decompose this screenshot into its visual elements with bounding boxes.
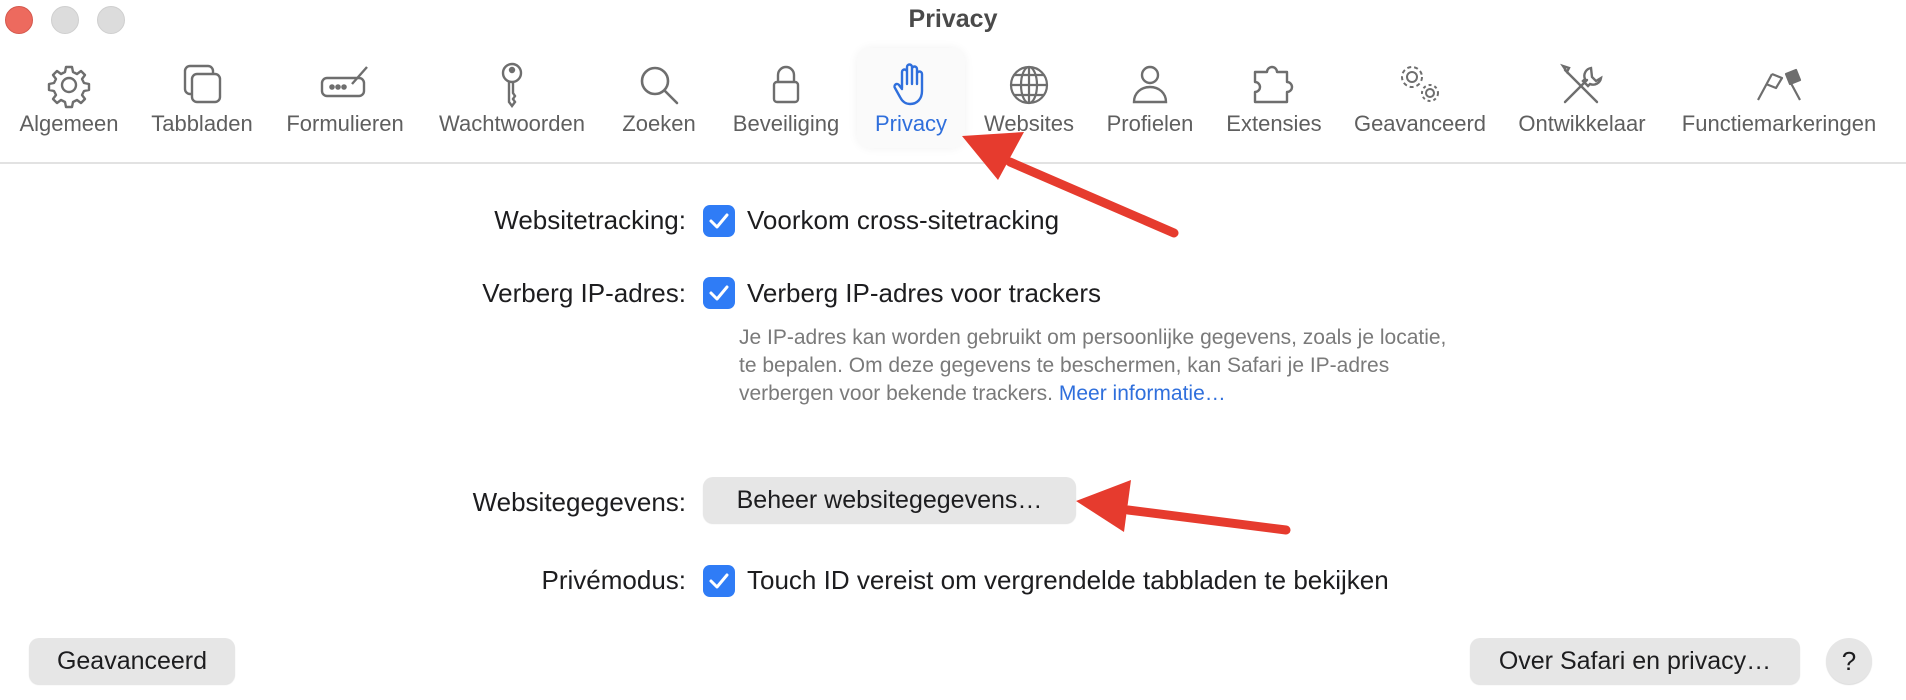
tab-algemeen[interactable]: Algemeen — [14, 48, 124, 148]
preferences-toolbar: Algemeen Tabbladen Formulieren Wachtwoor… — [0, 48, 1906, 160]
tab-label: Formulieren — [286, 111, 404, 136]
tab-label: Algemeen — [19, 111, 119, 136]
tab-label: Ontwikkelaar — [1518, 111, 1646, 136]
tab-tabbladen[interactable]: Tabbladen — [146, 48, 258, 148]
tab-label: Functiemarkeringen — [1681, 111, 1877, 136]
tabs-icon — [177, 60, 227, 110]
private-mode-checkbox-label[interactable]: Touch ID vereist om vergrendelde tabblad… — [747, 565, 1389, 596]
hide-ip-label: Verberg IP-adres: — [482, 278, 686, 308]
manage-website-data-button[interactable]: Beheer websitegegevens… — [703, 477, 1076, 523]
tracking-checkbox[interactable] — [703, 205, 735, 237]
key-icon — [487, 60, 537, 110]
arrow-to-manage-data-button — [1076, 480, 1291, 535]
autofill-icon — [320, 60, 370, 110]
tab-formulieren[interactable]: Formulieren — [280, 48, 410, 148]
private-mode-label: Privémodus: — [541, 565, 687, 595]
hide-ip-checkbox-label[interactable]: Verberg IP-adres voor trackers — [747, 278, 1101, 309]
checkmark-icon — [709, 573, 729, 589]
tab-label: Beveiliging — [732, 111, 840, 136]
tab-websites[interactable]: Websites — [979, 48, 1079, 148]
more-info-link[interactable]: Meer informatie… — [1059, 382, 1226, 405]
tools-icon — [1557, 60, 1607, 110]
tracking-label: Websitetracking: — [494, 205, 686, 235]
tab-geavanceerd[interactable]: Geavanceerd — [1350, 48, 1490, 148]
tab-zoeken[interactable]: Zoeken — [614, 48, 704, 148]
tab-functiemarkeringen[interactable]: Functiemarkeringen — [1674, 48, 1884, 148]
tab-label: Tabbladen — [151, 111, 253, 136]
help-button[interactable]: ? — [1826, 638, 1872, 684]
tab-label: Wachtwoorden — [439, 111, 585, 136]
checkmark-icon — [709, 213, 729, 229]
flags-icon — [1754, 60, 1804, 110]
tab-label: Zoeken — [622, 111, 696, 136]
about-safari-privacy-button[interactable]: Over Safari en privacy… — [1470, 638, 1800, 684]
hide-ip-description: Je IP-adres kan worden gebruikt om perso… — [739, 324, 1459, 408]
tab-label: Privacy — [874, 111, 948, 136]
tab-label: Websites — [983, 111, 1075, 136]
window-title: Privacy — [908, 5, 998, 33]
hide-ip-checkbox[interactable] — [703, 277, 735, 309]
tab-privacy[interactable]: Privacy — [857, 48, 965, 148]
hand-icon — [886, 60, 936, 110]
globe-icon — [1004, 60, 1054, 110]
private-mode-checkbox[interactable] — [703, 565, 735, 597]
advanced-button[interactable]: Geavanceerd — [29, 638, 235, 684]
lock-icon — [761, 60, 811, 110]
tab-ontwikkelaar[interactable]: Ontwikkelaar — [1512, 48, 1652, 148]
website-data-label: Websitegegevens: — [472, 487, 686, 517]
tab-label: Profielen — [1106, 111, 1194, 136]
tab-wachtwoorden[interactable]: Wachtwoorden — [432, 48, 592, 148]
title-bar: Privacy — [0, 0, 1906, 40]
person-icon — [1125, 60, 1175, 110]
tab-beveiliging[interactable]: Beveiliging — [726, 48, 846, 148]
checkmark-icon — [709, 285, 729, 301]
tab-extensies[interactable]: Extensies — [1222, 48, 1326, 148]
gears-icon — [1395, 60, 1445, 110]
tracking-checkbox-label[interactable]: Voorkom cross-sitetracking — [747, 205, 1059, 236]
search-icon — [634, 60, 684, 110]
tab-label: Geavanceerd — [1353, 111, 1487, 136]
tab-label: Extensies — [1226, 111, 1322, 136]
gear-icon — [44, 60, 94, 110]
toolbar-divider — [0, 162, 1906, 164]
tab-profielen[interactable]: Profielen — [1100, 48, 1200, 148]
puzzle-icon — [1249, 60, 1299, 110]
